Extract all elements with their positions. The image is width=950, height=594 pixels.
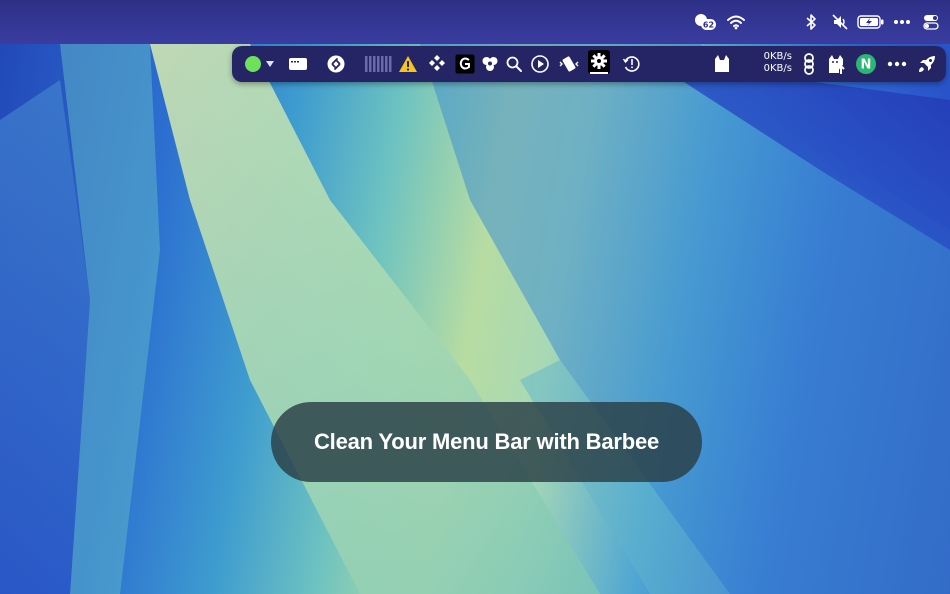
gear-icon[interactable] [587,49,611,77]
weather-temperature: 62 [703,21,714,30]
time-machine-icon[interactable] [620,52,644,76]
caption-text: Clean Your Menu Bar with Barbee [313,429,660,454]
bluetooth-icon[interactable] [798,9,824,35]
more-icon[interactable] [889,9,915,35]
network-speed[interactable]: 0KB/s 0KB/s [752,51,792,75]
upload-icon[interactable] [825,52,849,76]
barbee-toggle-icon[interactable] [242,52,278,76]
play-icon[interactable] [528,52,552,76]
battery-charging-icon[interactable] [856,9,886,35]
menu-bar: 62 [0,0,950,44]
net-download-speed: 0KB/s [763,63,792,74]
cat-icon[interactable] [710,52,734,76]
window-icon[interactable] [286,52,310,76]
shake-icon[interactable] [557,52,581,76]
more-icon[interactable] [885,52,909,76]
shazam-icon[interactable] [324,52,348,76]
control-center-icon[interactable] [918,9,944,35]
muted-speaker-icon[interactable] [827,9,853,35]
weather-icon[interactable]: 62 [692,9,720,35]
logitech-g-icon[interactable] [453,52,477,76]
rocket-icon[interactable] [915,52,939,76]
avatar[interactable]: N [854,52,878,76]
link-icon[interactable] [797,52,821,76]
warning-icon[interactable] [396,52,420,76]
clover-icon[interactable] [478,52,502,76]
avatar-letter: N [861,58,872,73]
caption-banner: Clean Your Menu Bar with Barbee [271,402,702,482]
activity-meter-icon[interactable] [364,52,396,76]
barbee-bar: 0KB/s 0KB/s N [232,46,946,82]
wifi-icon[interactable] [723,9,749,35]
wallpaper [0,44,950,594]
desktop: 62 0KB/s 0KB/s N Clean Your Menu Bar wit… [0,0,950,594]
net-upload-speed: 0KB/s [763,51,792,62]
diamond-grid-icon[interactable] [425,52,449,76]
search-icon[interactable] [502,52,526,76]
